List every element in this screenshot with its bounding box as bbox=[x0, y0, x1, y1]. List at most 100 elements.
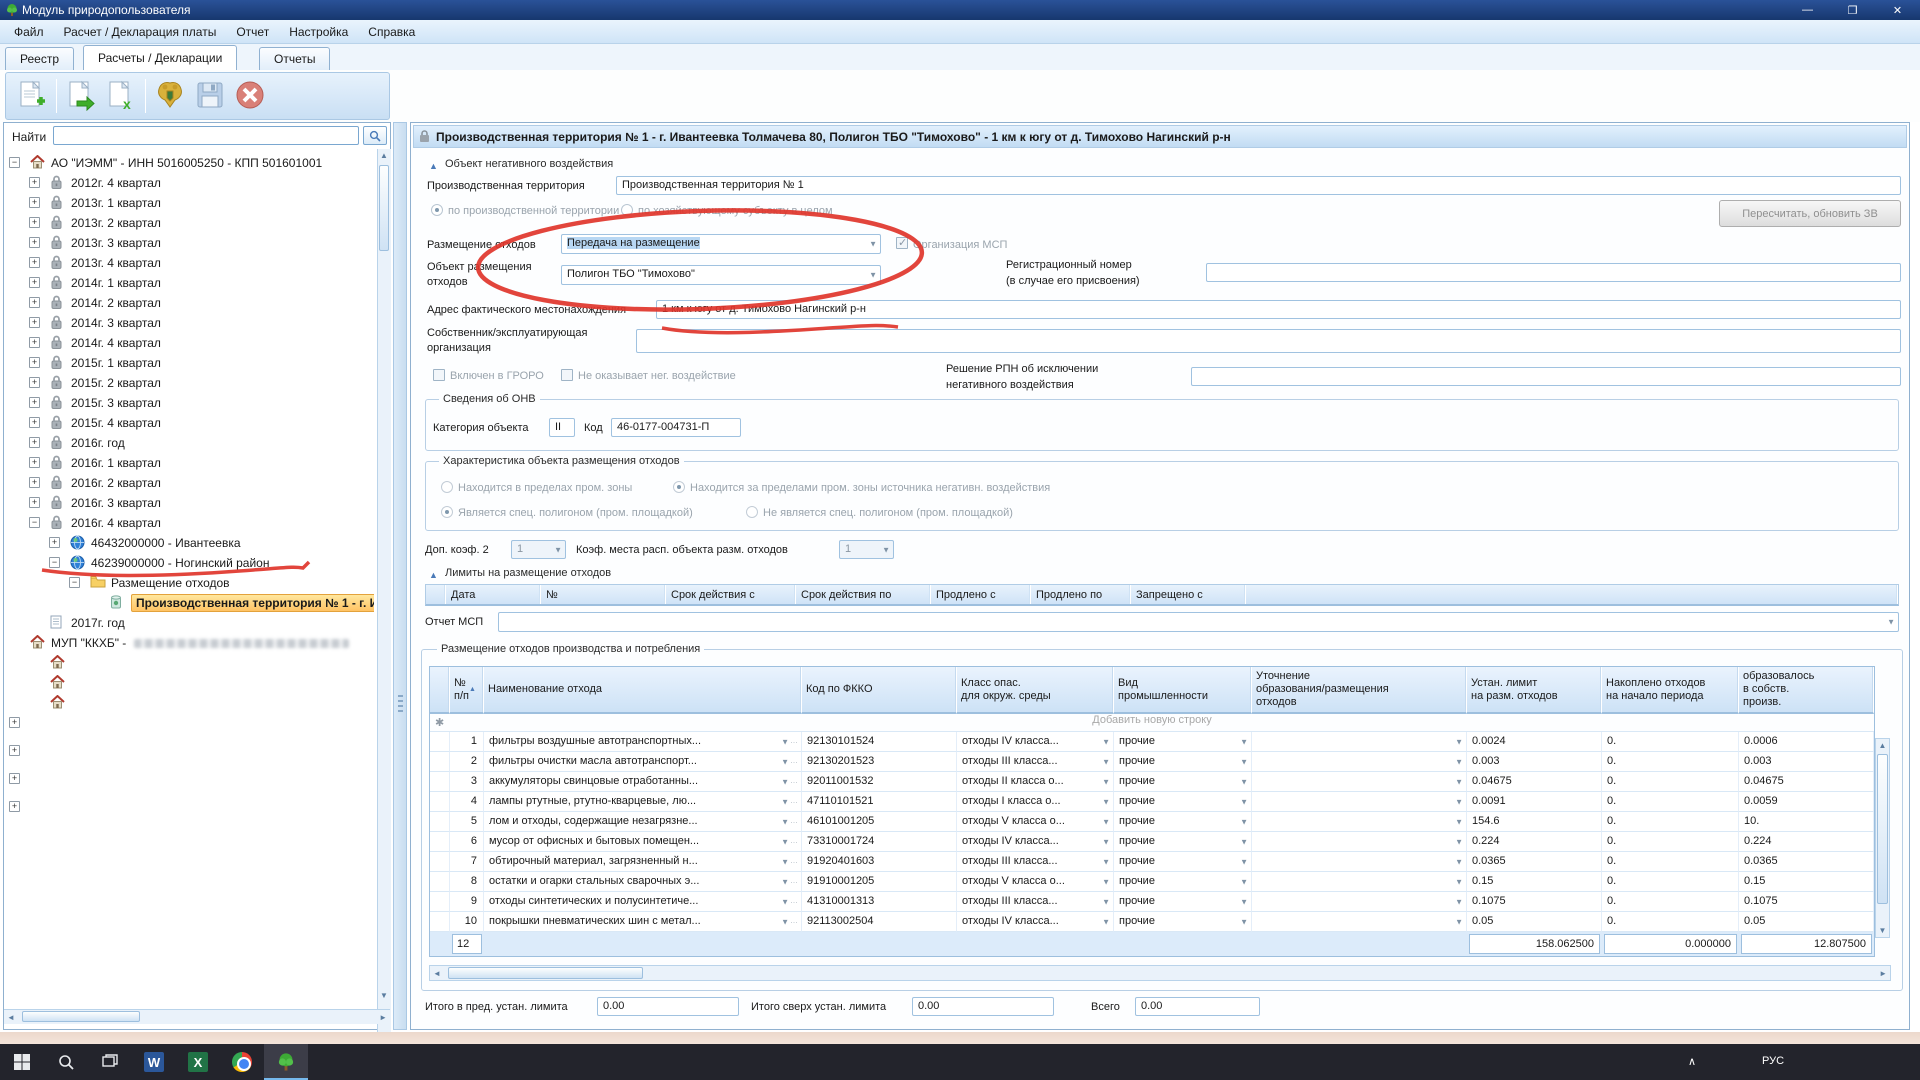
clarify-cell[interactable]: ▼ bbox=[1252, 852, 1467, 872]
address-field[interactable]: 1 км к югу от д. Тимохово Нагинский р-н bbox=[656, 300, 1901, 319]
limits-column-header[interactable]: Продлено с bbox=[931, 585, 1031, 604]
tree-item-hidden[interactable]: + bbox=[4, 797, 374, 817]
export-document-button[interactable] bbox=[61, 76, 101, 116]
limit-cell[interactable]: 0.1075 bbox=[1467, 892, 1602, 912]
export-excel-button[interactable]: x bbox=[101, 76, 141, 116]
menu-item-отчет[interactable]: Отчет bbox=[226, 22, 279, 42]
column-header[interactable]: Накоплено отходов на начало периода bbox=[1602, 667, 1739, 714]
limit-cell[interactable]: 0.0365 bbox=[1467, 852, 1602, 872]
radio-by-subject[interactable] bbox=[621, 204, 633, 216]
placement-combo[interactable]: Передача на размещение ▼ bbox=[561, 234, 881, 254]
ellipsis-button[interactable]: … bbox=[790, 896, 799, 905]
row-number[interactable]: 8 bbox=[450, 872, 484, 892]
new-calculation-button[interactable] bbox=[12, 76, 52, 116]
tab-расчеты-декларации[interactable]: Расчеты / Декларации bbox=[83, 45, 237, 70]
total-field[interactable]: 0.00 bbox=[1135, 997, 1260, 1016]
limits-column-header[interactable]: Запрещено с bbox=[1131, 585, 1246, 604]
chrome-taskbar-icon[interactable] bbox=[220, 1044, 264, 1080]
row-marker[interactable] bbox=[430, 812, 450, 832]
fkko-code-cell[interactable]: 92130101524 bbox=[802, 732, 957, 752]
search-button[interactable] bbox=[363, 126, 387, 145]
tree-item-hidden[interactable]: + bbox=[4, 769, 374, 789]
start-button[interactable] bbox=[0, 1044, 44, 1080]
ellipsis-button[interactable]: … bbox=[790, 856, 799, 865]
recalculate-button[interactable]: Пересчитать, обновить ЗВ bbox=[1719, 200, 1901, 227]
groro-checkbox[interactable] bbox=[433, 369, 445, 381]
expand-icon[interactable]: + bbox=[29, 437, 40, 448]
expand-icon[interactable]: + bbox=[29, 417, 40, 428]
accumulated-cell[interactable]: 0. bbox=[1602, 832, 1739, 852]
waste-name-cell[interactable]: обтирочный материал, загрязненный н...▼… bbox=[484, 852, 802, 872]
expand-icon[interactable]: + bbox=[29, 497, 40, 508]
rosprirodnadzor-emblem-button[interactable] bbox=[150, 76, 190, 116]
ellipsis-button[interactable]: … bbox=[790, 796, 799, 805]
column-header[interactable]: Класс опас. для окруж. среды bbox=[957, 667, 1114, 714]
column-header[interactable] bbox=[430, 667, 450, 714]
ellipsis-button[interactable]: … bbox=[790, 736, 799, 745]
produced-cell[interactable]: 0.04675 bbox=[1739, 772, 1874, 792]
radio-not-special-polygon[interactable] bbox=[746, 506, 758, 518]
row-number[interactable]: 2 bbox=[450, 752, 484, 772]
radio-outside-zone[interactable] bbox=[673, 481, 685, 493]
clarify-cell[interactable]: ▼ bbox=[1252, 732, 1467, 752]
clarify-cell[interactable]: ▼ bbox=[1252, 912, 1467, 932]
category-field[interactable]: II bbox=[549, 418, 575, 437]
delete-button[interactable] bbox=[230, 76, 270, 116]
expand-icon[interactable]: + bbox=[9, 801, 20, 812]
task-view-button[interactable] bbox=[88, 1044, 132, 1080]
waste-name-cell[interactable]: лампы ртутные, ртутно-кварцевые, лю...▼… bbox=[484, 792, 802, 812]
clarify-cell[interactable]: ▼ bbox=[1252, 832, 1467, 852]
column-header[interactable]: Уточнение образования/размещения отходов bbox=[1252, 667, 1467, 714]
coef-place-combo[interactable]: 1▼ bbox=[839, 540, 894, 559]
ellipsis-button[interactable]: … bbox=[790, 816, 799, 825]
fkko-code-cell[interactable]: 73310001724 bbox=[802, 832, 957, 852]
industry-cell[interactable]: прочие▼ bbox=[1114, 892, 1252, 912]
hazard-class-cell[interactable]: отходы V класса о...▼ bbox=[957, 812, 1114, 832]
limit-cell[interactable]: 0.0024 bbox=[1467, 732, 1602, 752]
panel-splitter[interactable] bbox=[393, 122, 407, 1030]
column-header[interactable]: Устан. лимит на разм. отходов bbox=[1467, 667, 1602, 714]
accumulated-cell[interactable]: 0. bbox=[1602, 892, 1739, 912]
industry-cell[interactable]: прочие▼ bbox=[1114, 792, 1252, 812]
tree-item[interactable]: +2013г. 3 квартал bbox=[4, 233, 374, 253]
collapse-icon[interactable]: − bbox=[29, 517, 40, 528]
tree-item-hidden[interactable]: + bbox=[4, 713, 374, 733]
maximize-button[interactable]: ❐ bbox=[1830, 0, 1875, 20]
row-marker[interactable] bbox=[430, 892, 450, 912]
expand-icon[interactable]: + bbox=[29, 277, 40, 288]
row-number[interactable]: 6 bbox=[450, 832, 484, 852]
regnum-field[interactable] bbox=[1206, 263, 1901, 282]
column-header[interactable]: №п/п ▲ bbox=[450, 667, 484, 714]
app-taskbar-icon[interactable] bbox=[264, 1044, 308, 1080]
language-indicator[interactable]: РУС bbox=[1762, 1055, 1784, 1067]
tree-item-hidden[interactable] bbox=[4, 693, 374, 713]
waste-name-cell[interactable]: лом и отходы, содержащие незагрязне...▼… bbox=[484, 812, 802, 832]
menu-item-справка[interactable]: Справка bbox=[358, 22, 425, 42]
minimize-button[interactable]: — bbox=[1785, 0, 1830, 20]
limit-cell[interactable]: 0.05 bbox=[1467, 912, 1602, 932]
produced-cell[interactable]: 0.0365 bbox=[1739, 852, 1874, 872]
tree-item[interactable]: +2016г. 2 квартал bbox=[4, 473, 374, 493]
expand-icon[interactable]: + bbox=[49, 537, 60, 548]
row-number[interactable]: 10 bbox=[450, 912, 484, 932]
expand-icon[interactable]: + bbox=[29, 237, 40, 248]
hazard-class-cell[interactable]: отходы III класса...▼ bbox=[957, 752, 1114, 772]
expand-icon[interactable]: + bbox=[29, 217, 40, 228]
ellipsis-button[interactable]: … bbox=[790, 776, 799, 785]
industry-cell[interactable]: прочие▼ bbox=[1114, 872, 1252, 892]
menu-item-файл[interactable]: Файл bbox=[4, 22, 54, 42]
radio-inside-zone[interactable] bbox=[441, 481, 453, 493]
tree-vertical-scrollbar[interactable]: ▲ ▼ bbox=[377, 149, 391, 1080]
industry-cell[interactable]: прочие▼ bbox=[1114, 732, 1252, 752]
tree-item[interactable]: +2016г. 3 квартал bbox=[4, 493, 374, 513]
code-field[interactable]: 46-0177-004731-П bbox=[611, 418, 741, 437]
clarify-cell[interactable]: ▼ bbox=[1252, 752, 1467, 772]
column-header[interactable]: Вид промышленности bbox=[1114, 667, 1252, 714]
tab-отчеты[interactable]: Отчеты bbox=[259, 47, 330, 70]
row-marker[interactable] bbox=[430, 752, 450, 772]
waste-name-cell[interactable]: остатки и огарки стальных сварочных э...… bbox=[484, 872, 802, 892]
expand-icon[interactable]: + bbox=[29, 177, 40, 188]
accumulated-cell[interactable]: 0. bbox=[1602, 772, 1739, 792]
tree-item[interactable]: +2015г. 2 квартал bbox=[4, 373, 374, 393]
save-button[interactable] bbox=[190, 76, 230, 116]
